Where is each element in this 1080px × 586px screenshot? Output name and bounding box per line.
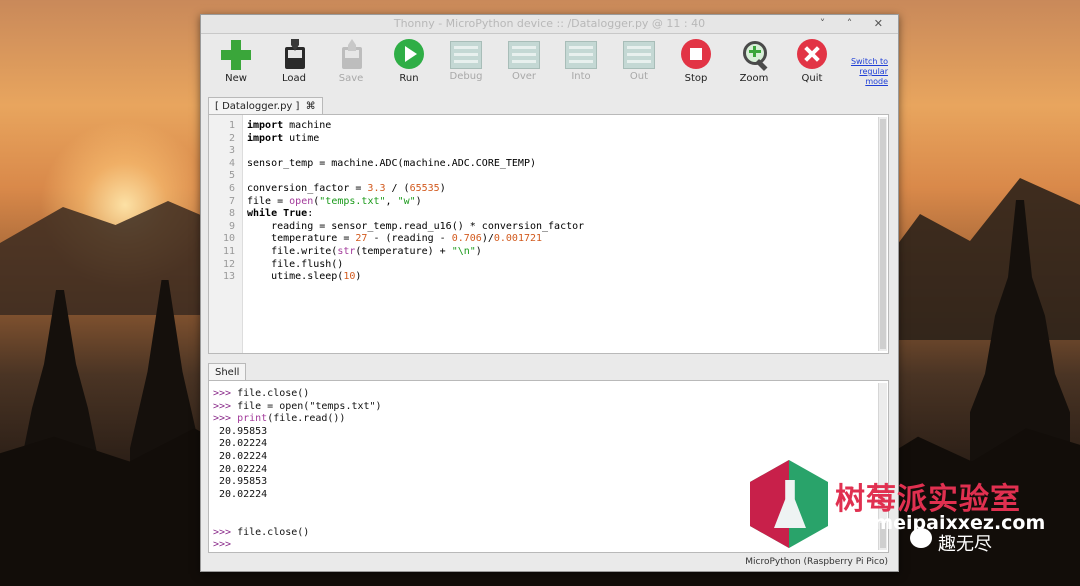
line-number: 5 bbox=[228, 170, 235, 182]
line-number: 9 bbox=[228, 220, 235, 232]
run-icon bbox=[392, 39, 426, 71]
line-number: 8 bbox=[228, 208, 235, 220]
shell-output-line: 20.02224 bbox=[213, 450, 268, 462]
watermark-account: 趣无尽 bbox=[938, 534, 992, 555]
step-out-icon bbox=[623, 41, 655, 69]
shell-command: file.close() bbox=[231, 526, 310, 538]
shell-text[interactable]: >>> file.close() >>> file = open("temps.… bbox=[213, 388, 382, 552]
shell-prompt: >>> bbox=[213, 539, 232, 551]
title-bar[interactable]: Thonny - MicroPython device :: /Datalogg… bbox=[201, 15, 898, 34]
line-number: 4 bbox=[228, 157, 235, 169]
shell-output-line: 20.02224 bbox=[213, 463, 268, 475]
into-button[interactable]: Into bbox=[556, 39, 606, 82]
over-label: Over bbox=[511, 71, 537, 82]
switch-link-line3: mode bbox=[865, 77, 888, 86]
watermark: 树莓派实验室 shumeipaixxez.com 趣无尽 bbox=[750, 458, 1045, 558]
load-label: Load bbox=[282, 73, 306, 84]
save-label: Save bbox=[338, 73, 364, 84]
editor-tab-bar: [ Datalogger.py ] ⌘ bbox=[208, 94, 323, 115]
load-icon bbox=[277, 39, 311, 71]
line-number: 13 bbox=[222, 271, 235, 283]
shell-output-line: 20.02224 bbox=[213, 488, 268, 500]
line-number-gutter: 1 2 3 4 5 6 7 8 9 10 11 12 13 bbox=[209, 115, 243, 353]
line-number: 7 bbox=[228, 195, 235, 207]
shell-tab-bar: Shell bbox=[208, 360, 247, 381]
tab-shell[interactable]: Shell bbox=[208, 363, 247, 381]
line-numbers: 1 2 3 4 5 6 7 8 9 10 11 12 13 bbox=[209, 120, 235, 284]
line-number: 6 bbox=[228, 182, 235, 194]
over-button[interactable]: Over bbox=[499, 39, 549, 82]
zoom-label: Zoom bbox=[739, 73, 769, 84]
new-button[interactable]: New bbox=[211, 39, 261, 84]
save-button[interactable]: Save bbox=[326, 39, 376, 84]
tab-label: [ Datalogger.py ] bbox=[215, 101, 300, 112]
shell-prompt: >>> bbox=[213, 388, 232, 399]
shell-prompt: >>> bbox=[213, 413, 232, 425]
line-number: 1 bbox=[228, 120, 235, 131]
shell-output-line: 20.95853 bbox=[213, 425, 268, 437]
shell-output-line: 20.95853 bbox=[213, 476, 268, 488]
debug-button[interactable]: Debug bbox=[441, 39, 491, 82]
shell-command: file.close() bbox=[231, 388, 310, 399]
code-editor[interactable]: 1 2 3 4 5 6 7 8 9 10 11 12 13 import machine import … bbox=[208, 114, 889, 354]
step-over-icon bbox=[508, 41, 540, 69]
watermark-logo-left bbox=[750, 460, 789, 548]
out-label: Out bbox=[629, 71, 649, 82]
code-text[interactable]: import machine import utime sensor_temp … bbox=[247, 120, 584, 284]
line-number: 11 bbox=[222, 245, 235, 257]
shell-prompt: >>> bbox=[213, 400, 232, 412]
editor-scrollbar[interactable] bbox=[878, 117, 887, 351]
step-into-icon bbox=[565, 41, 597, 69]
zoom-button[interactable]: Zoom bbox=[729, 39, 779, 84]
window-controls[interactable]: ˅ ˄ ✕ bbox=[820, 17, 892, 30]
switch-to-regular-mode-link[interactable]: Switch to regular mode bbox=[838, 57, 888, 87]
window-title: Thonny - MicroPython device :: /Datalogg… bbox=[393, 17, 706, 30]
zoom-icon bbox=[737, 39, 771, 72]
run-label: Run bbox=[399, 73, 419, 84]
run-button[interactable]: Run bbox=[384, 39, 434, 84]
load-button[interactable]: Load bbox=[269, 39, 319, 84]
toolbar: New Load Save Run Debug Over Into Out St… bbox=[201, 34, 898, 96]
stop-icon bbox=[679, 39, 713, 71]
shell-command: file = open("temps.txt") bbox=[231, 400, 382, 412]
quit-icon bbox=[795, 39, 829, 71]
stop-button[interactable]: Stop bbox=[671, 39, 721, 84]
new-label: New bbox=[225, 73, 247, 84]
debug-icon bbox=[450, 41, 482, 69]
quit-label: Quit bbox=[801, 73, 823, 84]
shell-output-line: 20.02224 bbox=[213, 438, 268, 450]
switch-link-line2: regular bbox=[859, 67, 888, 76]
shell-prompt: >>> bbox=[213, 526, 232, 538]
switch-link-line1: Switch to bbox=[850, 57, 888, 66]
out-button[interactable]: Out bbox=[614, 39, 664, 82]
line-number: 3 bbox=[228, 145, 235, 157]
line-number: 2 bbox=[228, 132, 235, 144]
tab-datalogger[interactable]: [ Datalogger.py ] ⌘ bbox=[208, 97, 323, 115]
interpreter-status[interactable]: MicroPython (Raspberry Pi Pico) bbox=[745, 557, 888, 567]
line-number: 10 bbox=[222, 233, 235, 245]
debug-label: Debug bbox=[449, 71, 483, 82]
stop-label: Stop bbox=[684, 73, 708, 84]
line-number: 12 bbox=[222, 258, 235, 270]
new-icon bbox=[219, 39, 253, 71]
into-label: Into bbox=[571, 71, 591, 82]
wechat-icon bbox=[910, 528, 932, 548]
save-icon bbox=[334, 39, 368, 71]
quit-button[interactable]: Quit bbox=[787, 39, 837, 84]
tab-close-icon[interactable]: ⌘ bbox=[306, 101, 316, 112]
